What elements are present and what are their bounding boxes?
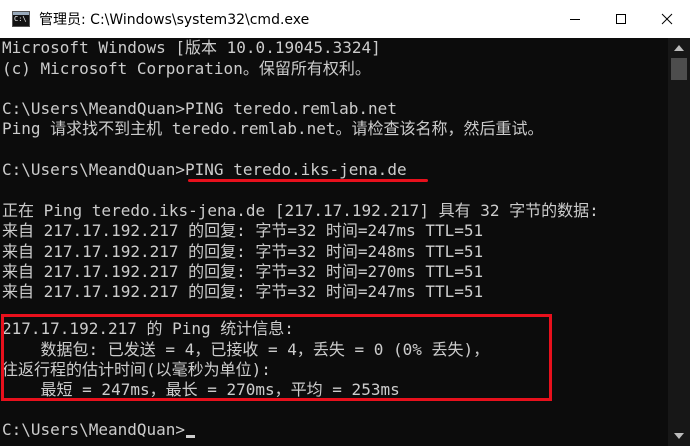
scroll-down-button[interactable] [668,426,690,446]
console-line: C:\Users\MeandQuan>PING teredo.remlab.ne… [2,99,397,118]
scroll-down-icon [674,433,684,439]
window-controls [552,0,690,38]
console-line: 来自 217.17.192.217 的回复: 字节=32 时间=270ms TT… [2,262,484,281]
scroll-up-button[interactable] [668,38,690,58]
scroll-up-icon [674,45,684,51]
close-icon [661,13,673,25]
console-line: C:\Users\MeandQuan>PING teredo.iks-jena.… [2,160,407,179]
cmd-app-icon[interactable] [12,11,30,27]
command-highlight-underline [188,179,428,182]
scrollbar-thumb[interactable] [671,58,687,80]
console-line: Microsoft Windows [版本 10.0.19045.3324] [2,38,381,57]
console-line: 来自 217.17.192.217 的回复: 字节=32 时间=248ms TT… [2,242,484,261]
window-title: 管理员: C:\Windows\system32\cmd.exe [39,12,310,28]
vertical-scrollbar[interactable] [668,38,690,446]
console-output[interactable]: Microsoft Windows [版本 10.0.19045.3324] (… [0,38,668,446]
console-line: 正在 Ping teredo.iks-jena.de [217.17.192.2… [2,201,599,220]
console-line: (c) Microsoft Corporation。保留所有权利。 [2,59,371,78]
maximize-icon [616,14,626,24]
text-cursor [186,435,196,438]
console-line: 来自 217.17.192.217 的回复: 字节=32 时间=247ms TT… [2,282,484,301]
title-bar[interactable]: 管理员: C:\Windows\system32\cmd.exe [0,0,690,38]
close-button[interactable] [644,0,690,38]
minimize-button[interactable] [552,0,598,38]
cmd-window: 管理员: C:\Windows\system32\cmd.exe Microso… [0,0,690,446]
console-line: Ping 请求找不到主机 teredo.remlab.net。请检查该名称，然后… [2,119,544,138]
maximize-button[interactable] [598,0,644,38]
console-line: 来自 217.17.192.217 的回复: 字节=32 时间=247ms TT… [2,221,484,240]
statistics-highlight-box [1,314,552,401]
minimize-icon [570,19,580,20]
prompt-text: C:\Users\MeandQuan> [2,420,186,439]
prompt-line: C:\Users\MeandQuan> [2,420,196,440]
